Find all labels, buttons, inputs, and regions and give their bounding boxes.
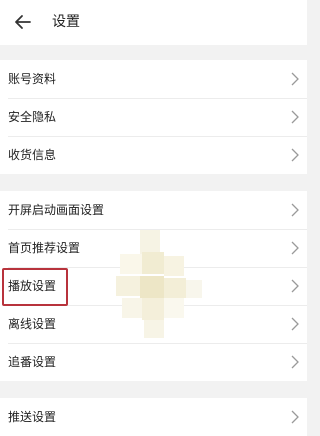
settings-group-account: 账号资料 安全隐私 收货信息 — [0, 60, 307, 174]
settings-item-account-profile[interactable]: 账号资料 — [0, 60, 307, 98]
settings-item-push[interactable]: 推送设置 — [0, 398, 307, 436]
settings-item-label: 离线设置 — [8, 317, 57, 331]
settings-item-splash-screen[interactable]: 开屏启动画面设置 — [0, 191, 307, 229]
settings-item-home-recommend[interactable]: 首页推荐设置 — [0, 229, 307, 267]
settings-item-playback[interactable]: 播放设置 — [0, 267, 307, 305]
chevron-right-icon — [291, 279, 299, 293]
page-title: 设置 — [52, 14, 80, 30]
chevron-right-icon — [291, 241, 299, 255]
settings-item-label: 账号资料 — [8, 72, 57, 86]
chevron-right-icon — [291, 203, 299, 217]
settings-item-label: 首页推荐设置 — [8, 241, 81, 255]
settings-group-app: 开屏启动画面设置 首页推荐设置 播放设置 离线设置 追番设置 — [0, 191, 307, 381]
settings-item-label: 播放设置 — [8, 279, 57, 293]
settings-item-follow-anime[interactable]: 追番设置 — [0, 343, 307, 381]
settings-item-label: 开屏启动画面设置 — [8, 203, 105, 217]
chevron-right-icon — [291, 72, 299, 86]
chevron-right-icon — [291, 110, 299, 124]
top-bar: 设置 — [0, 0, 307, 45]
settings-item-shipping-info[interactable]: 收货信息 — [0, 136, 307, 174]
settings-item-label: 推送设置 — [8, 410, 57, 424]
back-arrow-icon[interactable] — [12, 11, 34, 33]
chevron-right-icon — [291, 355, 299, 369]
settings-item-security-privacy[interactable]: 安全隐私 — [0, 98, 307, 136]
settings-item-label: 收货信息 — [8, 148, 57, 162]
chevron-right-icon — [291, 317, 299, 331]
settings-item-label: 安全隐私 — [8, 110, 57, 124]
chevron-right-icon — [291, 148, 299, 162]
settings-group-notify: 推送设置 — [0, 398, 307, 436]
settings-item-offline[interactable]: 离线设置 — [0, 305, 307, 343]
settings-item-label: 追番设置 — [8, 355, 57, 369]
